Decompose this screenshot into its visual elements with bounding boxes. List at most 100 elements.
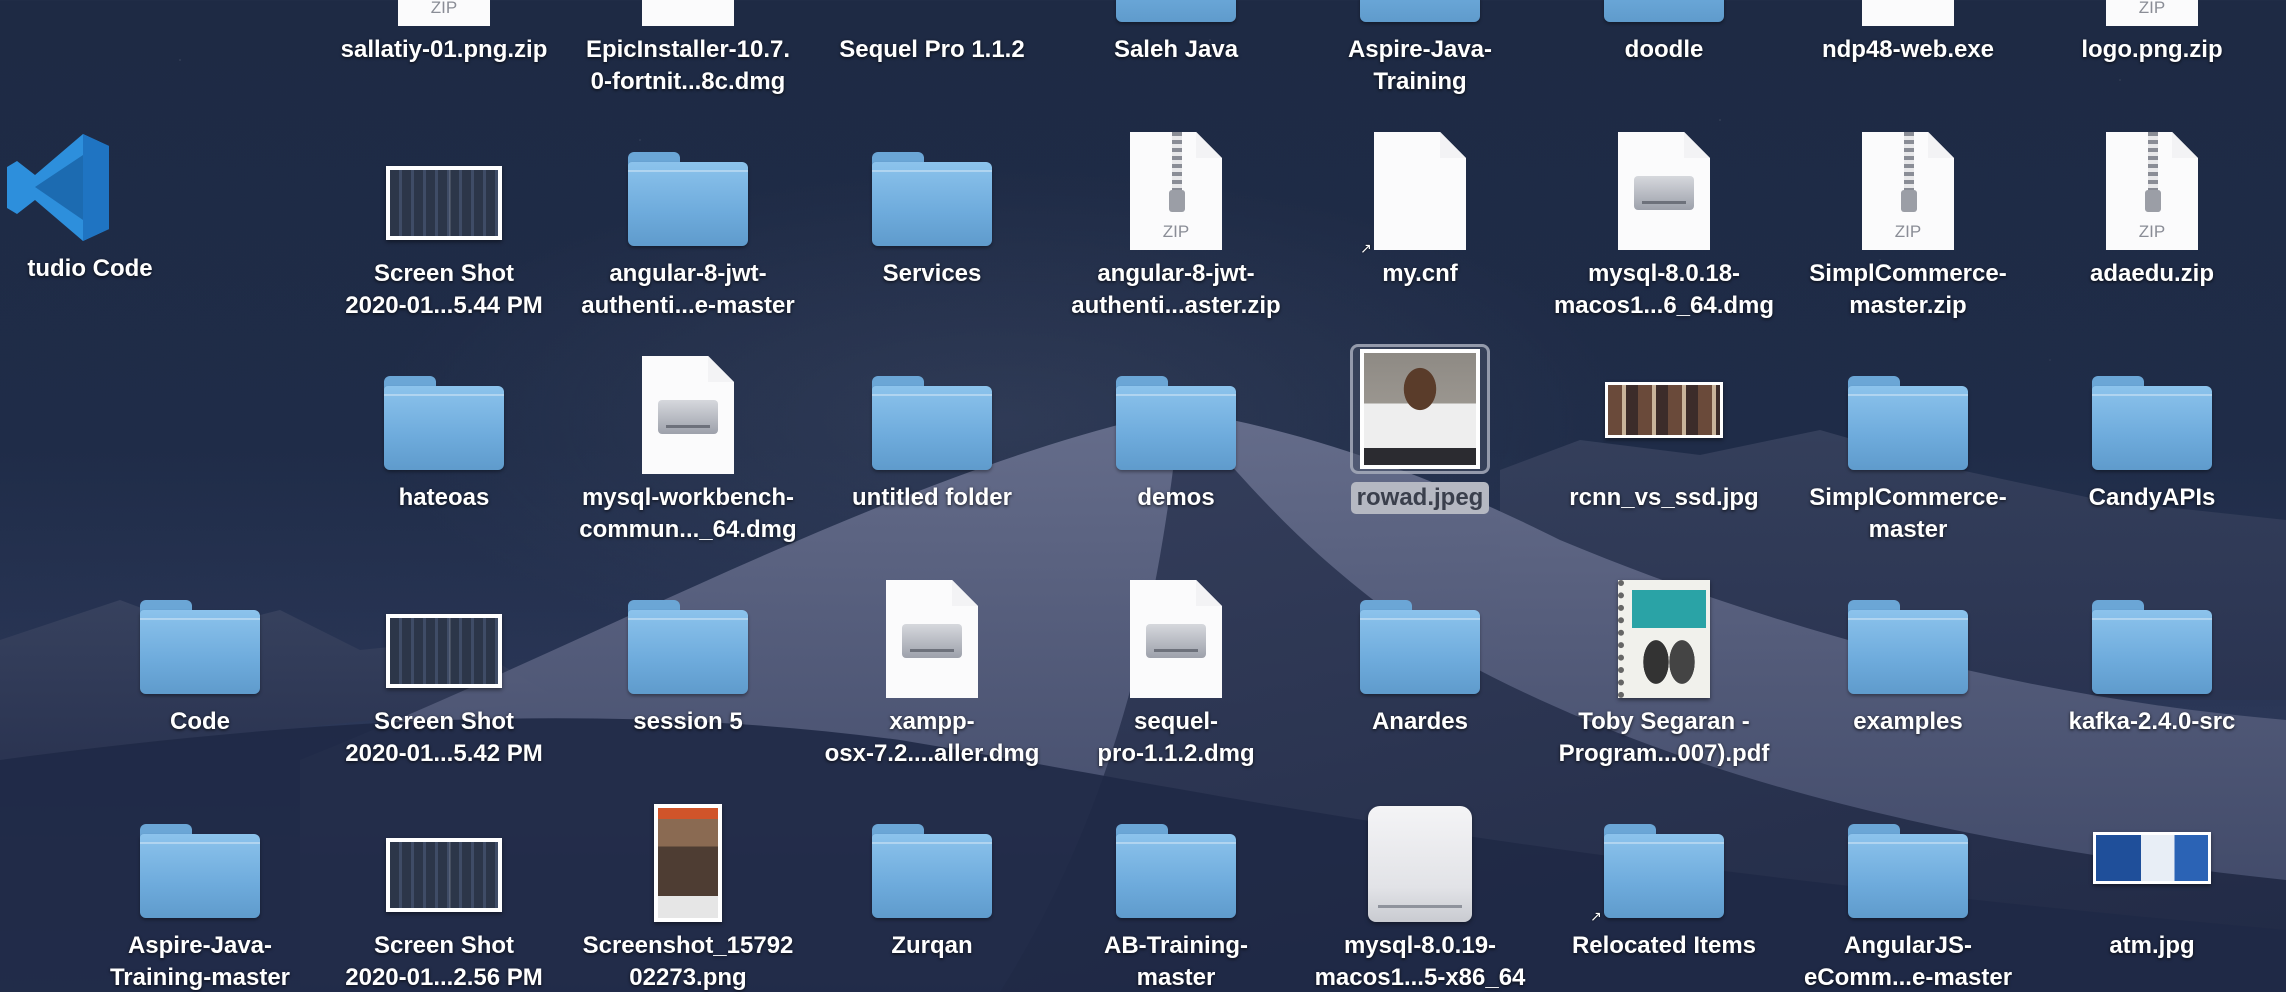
disk-image-icon <box>1618 132 1710 250</box>
desktop-item-screenshot-15792-02273-png[interactable]: Screenshot_15792 02273.png <box>568 792 808 992</box>
desktop-item-sequel-pro-1-1-2[interactable]: Sequel Pro 1.1.2 <box>812 0 1052 66</box>
desktop-icon-grid: ZIP sallatiy-01.png.zip EpicInstaller-10.7… <box>0 0 2286 992</box>
desktop-item-mysql-8-0-18-macos1-6-64-dmg[interactable]: mysql-8.0.18- macos1...6_64.dmg <box>1544 120 1784 322</box>
folder-icon <box>872 824 992 918</box>
zip-archive-icon: ZIP <box>1862 132 1954 250</box>
desktop-item-mysql-workbench-commun-64-dmg[interactable]: mysql-workbench- commun..._64.dmg <box>568 344 808 546</box>
folder-icon <box>1360 0 1480 22</box>
desktop-item-code[interactable]: Code <box>80 568 320 738</box>
zip-icon-text: ZIP <box>1162 222 1190 241</box>
image-thumbnail <box>1605 382 1723 438</box>
zip-archive-icon: ZIP <box>2106 132 2198 250</box>
folder-icon: ↗ <box>1590 824 1724 924</box>
zip-icon-text: ZIP <box>2138 222 2166 241</box>
desktop-item-label: AngularJS- eComm...e-master <box>1803 932 2013 991</box>
desktop-item-label: Screenshot_15792 02273.png <box>582 932 794 991</box>
desktop-item-xampp-osx-7-2-aller-dmg[interactable]: xampp- osx-7.2....aller.dmg <box>812 568 1052 770</box>
desktop-item-label: SimplCommerce- master.zip <box>1809 260 2007 319</box>
folder-icon <box>628 152 748 246</box>
desktop-item-session-5[interactable]: session 5 <box>568 568 808 738</box>
desktop-item-atm-jpg[interactable]: atm.jpg <box>2032 792 2272 962</box>
desktop-item-kafka-2-4-0-src[interactable]: kafka-2.4.0-src <box>2032 568 2272 738</box>
desktop-item-anardes[interactable]: Anardes <box>1300 568 1540 738</box>
folder-icon <box>1848 376 1968 470</box>
desktop-item-relocated-items[interactable]: ↗ Relocated Items <box>1544 792 1784 962</box>
folder-icon <box>1116 0 1236 22</box>
desktop-item-simplcommerce-master-zip[interactable]: ZIP SimplCommerce- master.zip <box>1788 120 2028 322</box>
desktop-item-label: logo.png.zip <box>2081 36 2223 63</box>
desktop-item-hateoas[interactable]: hateoas <box>324 344 564 514</box>
alias-arrow-icon: ↗ <box>1590 908 1602 924</box>
desktop-item-label: examples <box>1853 708 1963 735</box>
desktop-item-demos[interactable]: demos <box>1056 344 1296 514</box>
zip-archive-icon: ZIP <box>2106 0 2198 26</box>
folder-icon <box>140 824 260 918</box>
desktop-item-my-cnf[interactable]: ↗ my.cnf <box>1300 120 1540 290</box>
desktop-item-label: adaedu.zip <box>2089 260 2215 287</box>
desktop-item-label: kafka-2.4.0-src <box>2068 708 2236 735</box>
desktop-item-aspire-java-training[interactable]: Aspire-Java- Training <box>1300 0 1540 98</box>
desktop-item-zurqan[interactable]: Zurqan <box>812 792 1052 962</box>
folder-icon <box>872 376 992 470</box>
disk-image-icon <box>1130 580 1222 698</box>
portrait-photo-thumbnail <box>1360 349 1480 469</box>
desktop-item-doodle[interactable]: doodle <box>1544 0 1784 66</box>
desktop-item-screen-shot-2020-01-2-56-pm[interactable]: Screen Shot 2020-01...2.56 PM <box>324 792 564 992</box>
desktop-item-sequel-pro-1-1-2-dmg[interactable]: sequel- pro-1.1.2.dmg <box>1056 568 1296 770</box>
desktop-item-label: mysql-workbench- commun..._64.dmg <box>579 484 797 543</box>
desktop-item-label: rowad.jpeg <box>1350 482 1490 514</box>
desktop-item-services[interactable]: Services <box>812 120 1052 290</box>
desktop-item-ab-training-master[interactable]: AB-Training- master <box>1056 792 1296 992</box>
desktop-item-screen-shot-2020-01-5-44-pm[interactable]: Screen Shot 2020-01...5.44 PM <box>324 120 564 322</box>
desktop-item-angular-8-jwt-authenti-aster-zip[interactable]: ZIP angular-8-jwt- authenti...aster.zip <box>1056 120 1296 322</box>
desktop-item-label: Aspire-Java- Training-master <box>109 932 291 991</box>
desktop-item-saleh-java[interactable]: Saleh Java <box>1056 0 1296 66</box>
disk-image-icon <box>642 0 734 26</box>
zip-icon-text: ZIP <box>2138 0 2166 17</box>
folder-icon <box>2092 600 2212 694</box>
desktop-item-label: session 5 <box>633 708 743 735</box>
desktop-item-aspire-java-training-master[interactable]: Aspire-Java- Training-master <box>80 792 320 992</box>
desktop-item-angularjs-ecomm-e-master[interactable]: AngularJS- eComm...e-master <box>1788 792 2028 992</box>
desktop-item-candyapis[interactable]: CandyAPIs <box>2032 344 2272 514</box>
desktop-item-screen-shot-2020-01-5-42-pm[interactable]: Screen Shot 2020-01...5.42 PM <box>324 568 564 770</box>
desktop-item-label: angular-8-jwt- authenti...e-master <box>581 260 795 319</box>
desktop-item-mysql-8-0-19-macos1-5-x86-64[interactable]: mysql-8.0.19- macos1...5-x86_64 <box>1300 792 1540 992</box>
phone-screenshot-thumbnail <box>654 804 722 922</box>
folder-icon <box>1116 824 1236 918</box>
desktop-item-label: Sequel Pro 1.1.2 <box>839 36 1025 63</box>
zip-archive-icon: ZIP <box>1130 132 1222 250</box>
desktop-item-label: my.cnf <box>1382 260 1458 287</box>
desktop-item-label: AB-Training- master <box>1104 932 1248 991</box>
desktop-item-toby-segaran-program-007-pdf[interactable]: Toby Segaran - Program...007).pdf <box>1544 568 1784 770</box>
desktop-item-logo-png-zip[interactable]: ZIP logo.png.zip <box>2032 0 2272 66</box>
desktop-item-label: mysql-8.0.19- macos1...5-x86_64 <box>1314 932 1526 991</box>
desktop-item-label: Code <box>170 708 230 735</box>
disk-image-icon <box>642 356 734 474</box>
desktop-item-sallatiy-01-png-zip[interactable]: ZIP sallatiy-01.png.zip <box>324 0 564 66</box>
desktop-item-rcnn-vs-ssd-jpg[interactable]: rcnn_vs_ssd.jpg <box>1544 344 1784 514</box>
desktop-item-angular-8-jwt-authenti-e-master[interactable]: angular-8-jwt- authenti...e-master <box>568 120 808 322</box>
desktop-item-label: Anardes <box>1371 708 1469 735</box>
folder-icon <box>872 152 992 246</box>
external-drive-icon <box>1368 806 1472 922</box>
desktop-item-adaedu-zip[interactable]: ZIP adaedu.zip <box>2032 120 2272 290</box>
screenshot-thumbnail <box>386 166 502 240</box>
desktop-item-epicinstaller-10-7-0-fortnit-8c-dmg[interactable]: EpicInstaller-10.7. 0-fortnit...8c.dmg <box>568 0 808 98</box>
desktop-item-rowad-jpeg[interactable]: rowad.jpeg <box>1300 344 1540 514</box>
desktop-item-label: angular-8-jwt- authenti...aster.zip <box>1071 260 1281 319</box>
desktop-item-label: Screen Shot 2020-01...2.56 PM <box>345 932 543 991</box>
desktop-item-label: CandyAPIs <box>2088 484 2216 511</box>
desktop-item-untitled-folder[interactable]: untitled folder <box>812 344 1052 514</box>
desktop-item-label: mysql-8.0.18- macos1...6_64.dmg <box>1553 260 1775 319</box>
folder-icon <box>1848 824 1968 918</box>
desktop-item-label: sequel- pro-1.1.2.dmg <box>1097 708 1255 767</box>
folder-icon <box>628 600 748 694</box>
desktop-item-simplcommerce-master[interactable]: SimplCommerce- master <box>1788 344 2028 546</box>
desktop-item-examples[interactable]: examples <box>1788 568 2028 738</box>
desktop-item-label: Screen Shot 2020-01...5.44 PM <box>345 260 543 319</box>
folder-icon <box>140 600 260 694</box>
desktop-item-ndp48-web-exe[interactable]: ndp48-web.exe <box>1788 0 2028 66</box>
desktop-item-label: Saleh Java <box>1113 36 1239 63</box>
desktop-item-label: rcnn_vs_ssd.jpg <box>1569 484 1759 511</box>
